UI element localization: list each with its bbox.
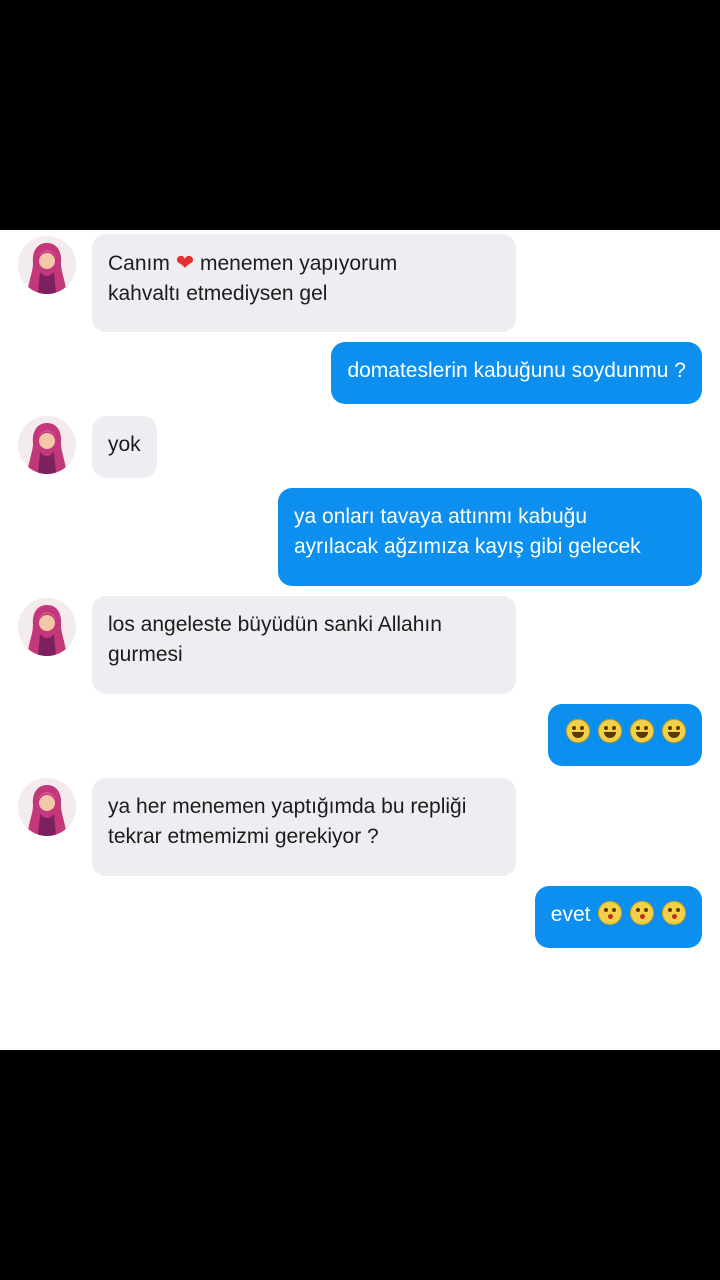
grinning-sweat-face-icon bbox=[630, 719, 655, 743]
kissing-face-icon bbox=[630, 901, 655, 925]
outgoing-bubble[interactable]: evet bbox=[534, 886, 702, 948]
avatar-image bbox=[18, 416, 76, 474]
kissing-face-icon bbox=[598, 901, 623, 925]
message-line: evet bbox=[551, 900, 686, 930]
message-line: ayrılacak ağzımıza kayış gibi gelecek bbox=[294, 535, 641, 558]
avatar-image bbox=[18, 236, 76, 294]
avatar[interactable] bbox=[18, 778, 76, 836]
kissing-face-icon bbox=[662, 901, 686, 925]
avatar[interactable] bbox=[18, 236, 76, 294]
avatar-image bbox=[18, 598, 76, 656]
incoming-bubble[interactable]: yok bbox=[92, 416, 157, 478]
incoming-bubble[interactable]: Canım ❤ menemen yapıyorum kahvaltı etmed… bbox=[92, 234, 516, 332]
grinning-sweat-face-icon bbox=[598, 719, 623, 743]
message-line: domateslerin kabuğunu soydunmu ? bbox=[347, 359, 686, 382]
outgoing-bubble[interactable]: ya onları tavaya attınmı kabuğu ayrılaca… bbox=[278, 488, 702, 586]
outgoing-bubble[interactable]: domateslerin kabuğunu soydunmu ? bbox=[331, 342, 702, 404]
message-line: yok bbox=[108, 433, 141, 456]
grinning-sweat-face-icon bbox=[566, 719, 591, 743]
message-line: ya her menemen yaptığımda bu repliği bbox=[108, 795, 467, 818]
emoji-strip bbox=[596, 900, 686, 930]
heart-icon: ❤ bbox=[175, 250, 195, 275]
chat-thread: Canım ❤ menemen yapıyorum kahvaltı etmed… bbox=[0, 230, 720, 1050]
grinning-sweat-face-icon bbox=[662, 719, 686, 743]
incoming-bubble[interactable]: ya her menemen yaptığımda bu repliği tek… bbox=[92, 778, 516, 876]
message-line: tekrar etmemizmi gerekiyor ? bbox=[108, 825, 379, 848]
emoji-strip bbox=[564, 718, 686, 748]
avatar[interactable] bbox=[18, 598, 76, 656]
message-line: gurmesi bbox=[108, 643, 183, 666]
avatar-image bbox=[18, 778, 76, 836]
message-line: kahvaltı etmediysen gel bbox=[108, 282, 328, 305]
message-line: Canım ❤ menemen yapıyorum bbox=[108, 250, 398, 275]
outgoing-bubble[interactable] bbox=[548, 704, 702, 766]
incoming-bubble[interactable]: los angeleste büyüdün sanki Allahın gurm… bbox=[92, 596, 516, 694]
message-line: ya onları tavaya attınmı kabuğu bbox=[294, 505, 588, 528]
avatar[interactable] bbox=[18, 416, 76, 474]
message-line: los angeleste büyüdün sanki Allahın bbox=[108, 613, 442, 636]
